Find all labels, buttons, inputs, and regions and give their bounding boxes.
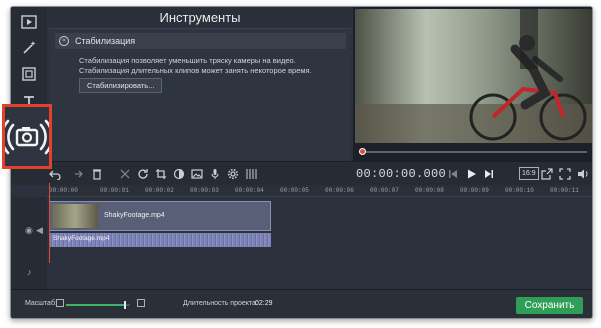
tools-panel: Инструменты « Стабилизация Стабилизация …	[49, 7, 351, 161]
audio-clip[interactable]: ShakyFootage.mp4	[49, 233, 271, 247]
music-track-icon: ♪	[27, 267, 32, 277]
ruler-tick: 00:00:05	[280, 187, 309, 194]
aspect-ratio-button[interactable]: 16:9	[519, 167, 539, 180]
tools-title: Инструменты	[49, 7, 351, 29]
fullscreen-icon[interactable]	[557, 166, 573, 182]
microphone-icon[interactable]	[207, 166, 223, 182]
media-import-icon[interactable]	[17, 11, 41, 33]
video-preview	[355, 9, 592, 143]
skip-forward-icon[interactable]	[481, 166, 497, 182]
video-player	[353, 7, 592, 161]
delete-icon[interactable]	[89, 166, 105, 182]
stabilize-button[interactable]: Стабилизировать...	[79, 78, 163, 93]
track-volume-icon[interactable]: ◀	[36, 225, 43, 236]
stabilization-title: Стабилизация	[75, 36, 136, 46]
screen-capture-button[interactable]	[2, 104, 52, 169]
skip-back-icon[interactable]	[445, 166, 461, 182]
ruler-tick: 00:00:11	[550, 187, 579, 194]
ruler-tick: 00:00:09	[460, 187, 489, 194]
ruler-tick: 00:00:08	[415, 187, 444, 194]
volume-icon[interactable]	[575, 166, 591, 182]
zoom-in-icon[interactable]	[137, 299, 145, 307]
back-icon[interactable]: «	[59, 36, 69, 46]
stabilization-header[interactable]: « Стабилизация	[55, 33, 346, 49]
crop-icon[interactable]	[153, 166, 169, 182]
ruler-tick: 00:00:04	[235, 187, 264, 194]
track-visibility-icon[interactable]: ◉	[25, 225, 33, 236]
play-icon[interactable]	[463, 166, 479, 182]
seek-handle[interactable]	[359, 148, 366, 155]
equalizer-icon[interactable]	[243, 166, 259, 182]
zoom-slider[interactable]	[66, 301, 130, 309]
camera-icon	[5, 119, 49, 154]
ruler-tick: 00:00:06	[325, 187, 354, 194]
detach-player-icon[interactable]	[539, 166, 555, 182]
timecode-display: 00:00:00.000	[356, 167, 447, 181]
cut-icon[interactable]	[117, 166, 133, 182]
zoom-slider-handle[interactable]	[123, 301, 126, 309]
video-clip-name: ShakyFootage.mp4	[104, 212, 165, 219]
duration-value: 02:29	[255, 300, 273, 307]
filters-icon[interactable]	[17, 63, 41, 85]
clip-thumbnail	[52, 204, 98, 228]
settings-icon[interactable]	[225, 166, 241, 182]
track-controls: ◉ ◀ ♪	[11, 197, 47, 289]
app-window: Инструменты « Стабилизация Стабилизация …	[10, 6, 593, 319]
ruler-tick: 00:00:01	[100, 187, 129, 194]
ruler-tick: 00:00:00	[49, 187, 78, 194]
editing-toolbar: 00:00:00.000 16:9	[11, 161, 592, 185]
ruler-tick: 00:00:02	[145, 187, 174, 194]
redo-icon[interactable]	[69, 166, 85, 182]
color-adjust-icon[interactable]	[171, 166, 187, 182]
rotate-icon[interactable]	[135, 166, 151, 182]
status-bar: Масштаб: Длительность проекта: 02:29 Сох…	[11, 289, 592, 318]
playhead[interactable]	[49, 183, 50, 263]
stabilization-description: Стабилизация позволяет уменьшить тряску …	[79, 56, 312, 75]
magic-wand-icon[interactable]	[17, 37, 41, 59]
scale-label: Масштаб:	[25, 300, 57, 307]
image-icon[interactable]	[189, 166, 205, 182]
audio-clip-name: ShakyFootage.mp4	[53, 235, 110, 242]
seek-bar[interactable]	[361, 151, 587, 153]
timeline-tracks: ◉ ◀ ♪ ShakyFootage.mp4 ShakyFootage.mp4	[11, 197, 592, 289]
zoom-slider-fill	[66, 304, 125, 306]
timeline-ruler[interactable]: 00:00:00 00:00:01 00:00:02 00:00:03 00:0…	[47, 185, 592, 197]
duration-label: Длительность проекта:	[183, 300, 258, 307]
save-button[interactable]: Сохранить	[516, 297, 583, 314]
ruler-tick: 00:00:03	[190, 187, 219, 194]
zoom-out-icon[interactable]	[56, 299, 64, 307]
ruler-tick: 00:00:07	[370, 187, 399, 194]
ruler-tick: 00:00:10	[505, 187, 534, 194]
video-clip[interactable]: ShakyFootage.mp4	[49, 201, 271, 231]
